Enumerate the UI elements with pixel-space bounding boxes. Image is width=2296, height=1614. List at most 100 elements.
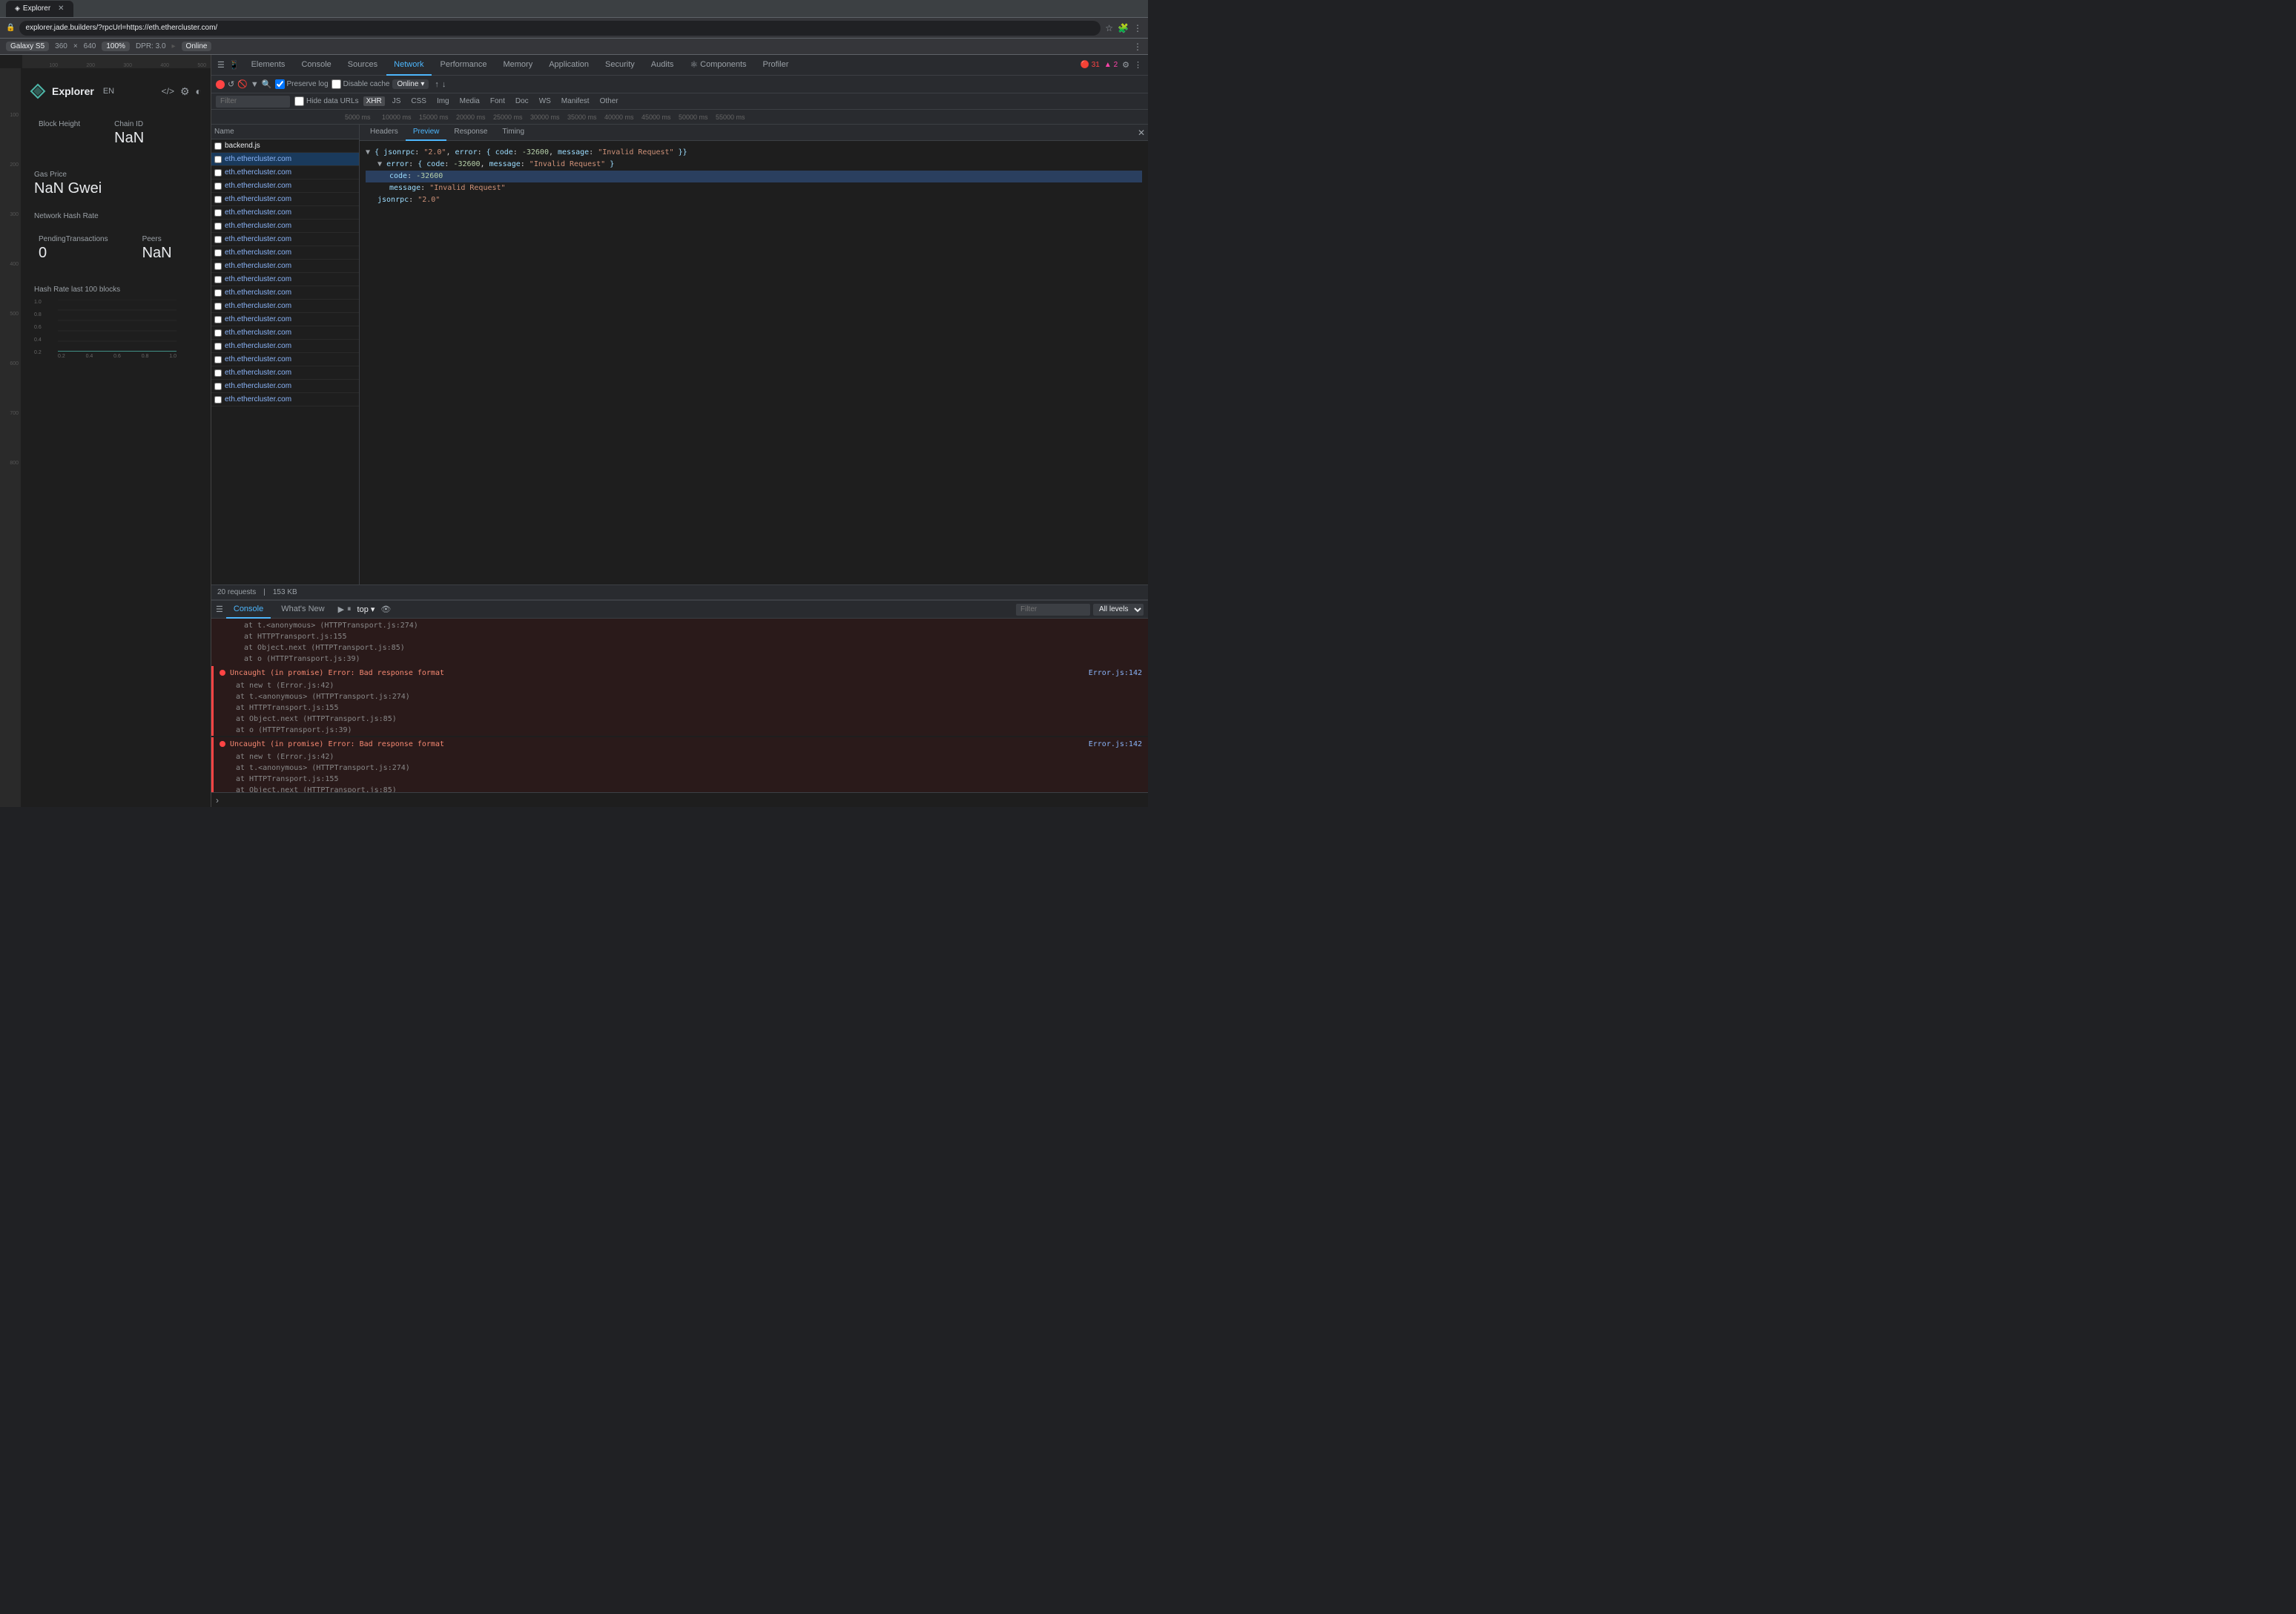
request-row-4[interactable]: eth.ethercluster.com	[211, 193, 359, 206]
console-context-selector[interactable]: top ▾	[357, 605, 375, 614]
request-row-12[interactable]: eth.ethercluster.com	[211, 300, 359, 313]
req-checkbox-3[interactable]	[214, 182, 222, 190]
disable-cache-checkbox[interactable]	[331, 79, 341, 89]
zoom-selector[interactable]: 100%	[102, 42, 130, 51]
console-level-select[interactable]: All levels	[1093, 604, 1144, 616]
code-icon[interactable]: </>	[162, 86, 174, 96]
req-checkbox-2[interactable]	[214, 169, 222, 177]
filter-font-btn[interactable]: Font	[487, 96, 508, 106]
devtools-hamburger[interactable]: ☰	[217, 60, 225, 70]
tab-profiler[interactable]: Profiler	[756, 55, 796, 76]
devtools-more-icon[interactable]: ⋮	[1134, 60, 1142, 70]
req-checkbox-8[interactable]	[214, 249, 222, 257]
tab-memory[interactable]: Memory	[495, 55, 540, 76]
req-checkbox-0[interactable]	[214, 142, 222, 150]
network-throttle[interactable]: Online	[182, 42, 212, 51]
console-menu-icon[interactable]: ☰	[216, 605, 223, 614]
devtools-device-icon[interactable]: 📱	[229, 60, 240, 70]
req-checkbox-1[interactable]	[214, 156, 222, 163]
req-checkbox-4[interactable]	[214, 196, 222, 203]
console-tab-whatsnew[interactable]: What's New	[274, 601, 331, 619]
req-checkbox-10[interactable]	[214, 276, 222, 283]
filter-img-btn[interactable]: Img	[434, 96, 452, 106]
clear-icon[interactable]: 🚫	[237, 79, 248, 89]
error-link-1[interactable]: Error.js:142	[1089, 668, 1142, 679]
request-row-8[interactable]: eth.ethercluster.com	[211, 246, 359, 260]
request-row-0[interactable]: backend.js	[211, 139, 359, 153]
tab-network[interactable]: Network	[386, 55, 431, 76]
req-checkbox-12[interactable]	[214, 303, 222, 310]
filter-css-btn[interactable]: CSS	[408, 96, 429, 106]
tab-elements[interactable]: Elements	[244, 55, 293, 76]
request-row-11[interactable]: eth.ethercluster.com	[211, 286, 359, 300]
req-checkbox-19[interactable]	[214, 396, 222, 404]
hide-data-urls-checkbox[interactable]	[294, 96, 304, 106]
request-row-1[interactable]: eth.ethercluster.com	[211, 153, 359, 166]
tab-security[interactable]: Security	[598, 55, 642, 76]
star-icon[interactable]: ☆	[1105, 23, 1113, 33]
filter-icon[interactable]: ▼	[251, 80, 259, 89]
console-tab-console[interactable]: Console	[226, 601, 271, 619]
tab-application[interactable]: Application	[541, 55, 596, 76]
request-row-7[interactable]: eth.ethercluster.com	[211, 233, 359, 246]
extensions-icon[interactable]: 🧩	[1118, 23, 1129, 33]
req-checkbox-9[interactable]	[214, 263, 222, 270]
request-row-9[interactable]: eth.ethercluster.com	[211, 260, 359, 273]
req-checkbox-15[interactable]	[214, 343, 222, 350]
req-checkbox-11[interactable]	[214, 289, 222, 297]
devtools-settings-icon[interactable]: ⚙	[1122, 60, 1129, 70]
req-checkbox-16[interactable]	[214, 356, 222, 363]
more-icon[interactable]: ⋮	[1133, 42, 1142, 52]
console-filter-input[interactable]	[1016, 604, 1090, 616]
filter-doc-btn[interactable]: Doc	[512, 96, 532, 106]
browser-tab[interactable]: ◈ Explorer ✕	[6, 1, 73, 17]
req-checkbox-17[interactable]	[214, 369, 222, 377]
disable-cache-label[interactable]: Disable cache	[331, 79, 390, 89]
record-button[interactable]	[216, 80, 225, 89]
preview-tab-timing[interactable]: Timing	[495, 125, 532, 141]
preview-tab-response[interactable]: Response	[446, 125, 495, 141]
filter-xhr-btn[interactable]: XHR	[363, 96, 385, 106]
preview-close-button[interactable]: ✕	[1138, 128, 1145, 138]
req-checkbox-18[interactable]	[214, 383, 222, 390]
preserve-log-label[interactable]: Preserve log	[275, 79, 329, 89]
preview-tab-preview[interactable]: Preview	[406, 125, 447, 141]
request-row-10[interactable]: eth.ethercluster.com	[211, 273, 359, 286]
network-condition-selector[interactable]: Online ▾	[392, 79, 429, 89]
req-checkbox-7[interactable]	[214, 236, 222, 243]
reload-icon[interactable]: ↺	[228, 79, 234, 89]
filter-other-btn[interactable]: Other	[597, 96, 621, 106]
request-row-3[interactable]: eth.ethercluster.com	[211, 179, 359, 193]
console-execute-icon[interactable]: ▶	[338, 605, 344, 614]
req-checkbox-13[interactable]	[214, 316, 222, 323]
device-selector[interactable]: Galaxy S5	[6, 42, 49, 51]
menu-icon[interactable]: ⋮	[1133, 23, 1142, 33]
tab-close-button[interactable]: ✕	[58, 4, 64, 13]
req-checkbox-6[interactable]	[214, 223, 222, 230]
tab-sources[interactable]: Sources	[340, 55, 385, 76]
request-row-6[interactable]: eth.ethercluster.com	[211, 220, 359, 233]
tab-performance[interactable]: Performance	[433, 55, 495, 76]
tab-audits[interactable]: Audits	[644, 55, 682, 76]
filter-ws-btn[interactable]: WS	[536, 96, 554, 106]
filter-manifest-btn[interactable]: Manifest	[558, 96, 593, 106]
settings-icon[interactable]: ⚙	[180, 85, 190, 98]
request-row-17[interactable]: eth.ethercluster.com	[211, 366, 359, 380]
tab-console[interactable]: Console	[294, 55, 338, 76]
request-row-2[interactable]: eth.ethercluster.com	[211, 166, 359, 179]
json-expand-root[interactable]: ▼	[366, 148, 370, 157]
request-row-16[interactable]: eth.ethercluster.com	[211, 353, 359, 366]
preserve-log-checkbox[interactable]	[275, 79, 285, 89]
tab-components[interactable]: ⚛ Components	[682, 55, 753, 76]
req-checkbox-5[interactable]	[214, 209, 222, 217]
filter-media-btn[interactable]: Media	[457, 96, 483, 106]
preview-tab-headers[interactable]: Headers	[363, 125, 406, 141]
req-checkbox-14[interactable]	[214, 329, 222, 337]
hide-data-urls-label[interactable]: Hide data URLs	[294, 96, 359, 106]
console-eye-icon[interactable]: 👁	[380, 605, 391, 614]
request-row-18[interactable]: eth.ethercluster.com	[211, 380, 359, 393]
search-icon[interactable]: 🔍	[262, 79, 272, 89]
filter-js-btn[interactable]: JS	[389, 96, 404, 106]
request-row-15[interactable]: eth.ethercluster.com	[211, 340, 359, 353]
import-icon[interactable]: ↑	[435, 80, 439, 89]
